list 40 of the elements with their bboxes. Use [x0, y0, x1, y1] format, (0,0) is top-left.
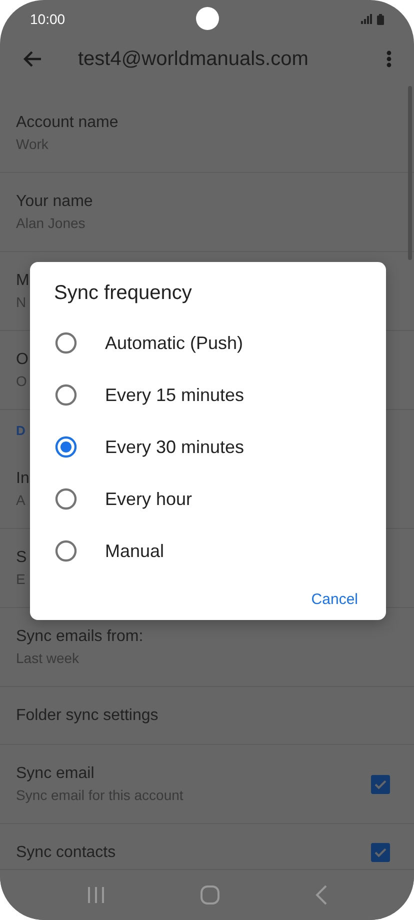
settings-row[interactable]: Folder sync settings [0, 687, 414, 745]
back-icon[interactable] [314, 885, 327, 905]
radio-option[interactable]: Every 15 minutes [30, 369, 386, 421]
setting-title: Your name [16, 192, 93, 211]
section-header: D [16, 422, 26, 438]
radio-option[interactable]: Manual [30, 525, 386, 577]
camera-hole [196, 7, 219, 30]
option-label: Every 15 minutes [105, 384, 244, 406]
more-options-icon[interactable] [386, 50, 392, 68]
option-label: Every 30 minutes [105, 436, 244, 458]
signal-icon [361, 14, 372, 24]
home-icon[interactable] [200, 885, 220, 905]
option-label: Manual [105, 540, 164, 562]
account-title: test4@worldmanuals.com [78, 48, 308, 70]
checkbox[interactable] [371, 843, 390, 862]
radio-button[interactable] [55, 488, 77, 510]
radio-button[interactable] [55, 384, 77, 406]
radio-button[interactable] [55, 332, 77, 354]
setting-title: S [16, 548, 27, 567]
checkbox[interactable] [371, 774, 390, 794]
radio-button[interactable] [55, 436, 77, 458]
back-arrow-icon[interactable] [22, 50, 42, 68]
radio-button[interactable] [55, 540, 77, 562]
dialog-title: Sync frequency [54, 282, 192, 305]
recent-apps-icon[interactable] [87, 886, 106, 904]
status-time: 10:00 [30, 11, 66, 27]
setting-title: Sync contacts [16, 843, 116, 862]
option-label: Automatic (Push) [105, 332, 244, 354]
radio-option[interactable]: Every 30 minutes [30, 421, 386, 473]
option-label: Every hour [105, 488, 192, 510]
radio-option[interactable]: Automatic (Push) [30, 317, 386, 369]
setting-title: Account name [16, 113, 118, 132]
radio-option[interactable]: Every hour [30, 473, 386, 525]
setting-title: Folder sync settings [16, 706, 158, 725]
setting-title: O [16, 350, 28, 369]
battery-icon [377, 14, 384, 24]
setting-title: Sync email [16, 764, 94, 783]
setting-title: M [16, 271, 30, 290]
setting-title: Sync emails from: [16, 627, 144, 646]
setting-title: In [16, 469, 30, 488]
